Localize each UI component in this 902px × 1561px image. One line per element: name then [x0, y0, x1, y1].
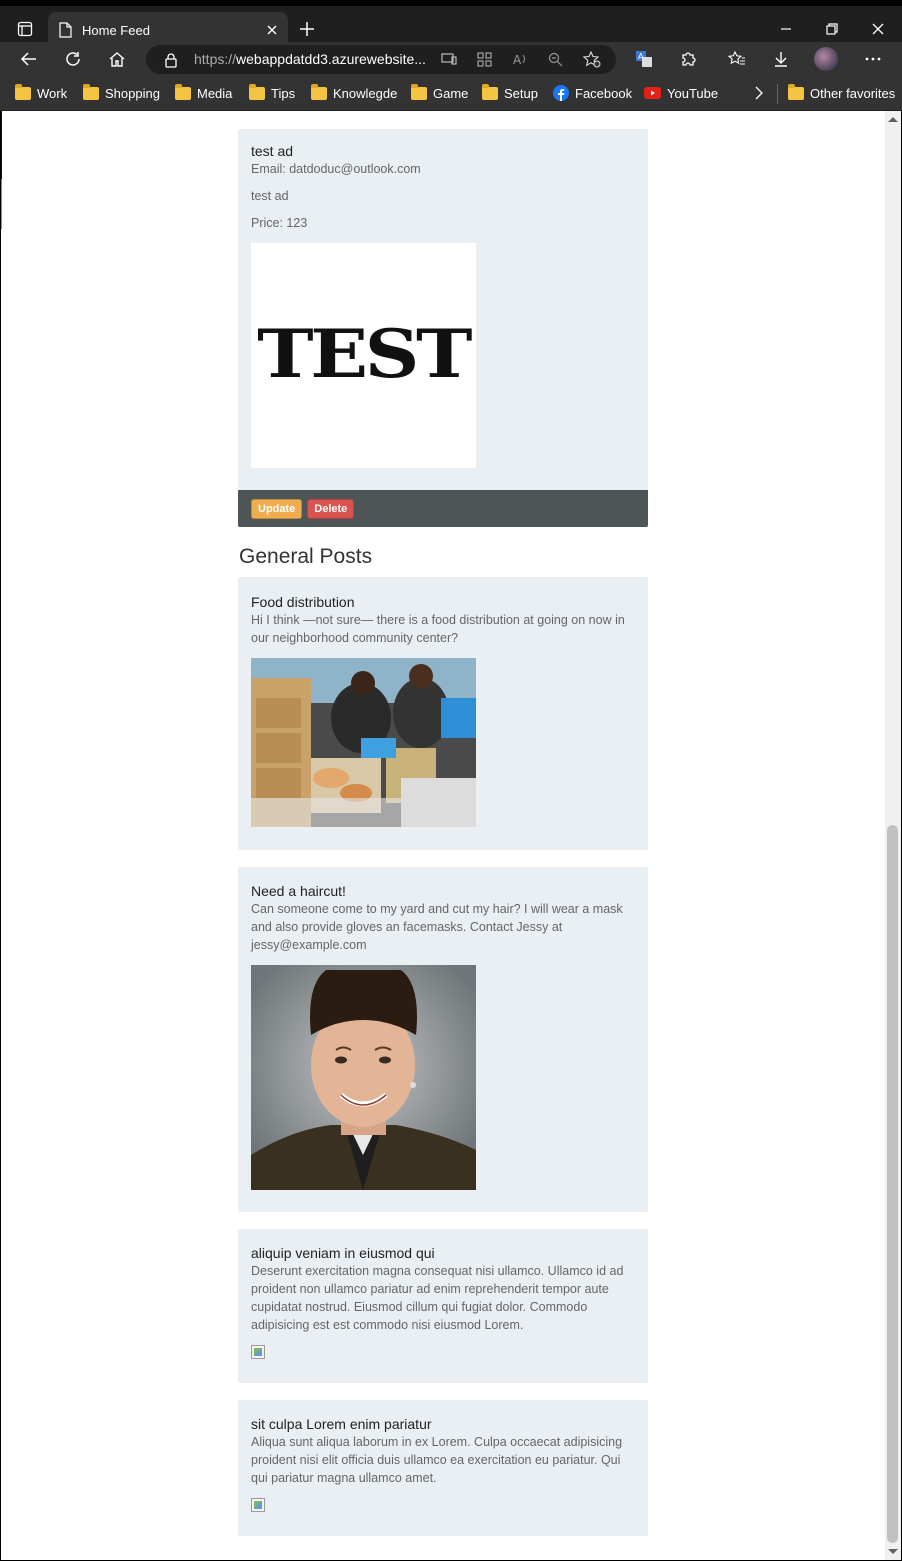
- vertical-scrollbar[interactable]: [885, 111, 901, 1560]
- extensions-icon[interactable]: [674, 45, 702, 73]
- zoom-icon[interactable]: [548, 52, 563, 67]
- read-aloud-icon[interactable]: A: [512, 51, 528, 67]
- svg-text:A: A: [638, 52, 644, 61]
- qr-code-icon[interactable]: [477, 52, 492, 67]
- portrait-photo: [251, 965, 476, 1190]
- folder-icon: [482, 83, 498, 100]
- more-bookmarks-icon[interactable]: [754, 84, 764, 102]
- scrollbar-thumb[interactable]: [887, 825, 898, 1543]
- ad-email: Email: datdoduc@outlook.com: [251, 162, 421, 176]
- profile-avatar[interactable]: [812, 45, 840, 73]
- back-icon[interactable]: [15, 45, 43, 73]
- delete-button[interactable]: Delete: [307, 498, 355, 519]
- favorites-icon[interactable]: [723, 45, 751, 73]
- ad-image: TEST: [251, 243, 476, 468]
- more-menu-icon[interactable]: [859, 45, 887, 73]
- browser-toolbar: https://webappdatdd3.azurewebsite... A A: [0, 42, 902, 76]
- bookmark-game[interactable]: Game: [411, 83, 468, 102]
- bookmark-facebook[interactable]: Facebook: [553, 84, 632, 102]
- post-body: Deserunt exercitation magna consequat ni…: [251, 1264, 624, 1332]
- home-icon[interactable]: [103, 45, 131, 73]
- post-body: Hi I think —not sure— there is a food di…: [251, 613, 625, 645]
- feed-column: test ad Email: datdoduc@outlook.com test…: [238, 111, 648, 1536]
- broken-image-icon: [251, 1498, 265, 1512]
- bookmark-youtube[interactable]: YouTube: [644, 84, 718, 102]
- post-title: Food distribution: [251, 594, 355, 610]
- ad-price: Price: 123: [251, 216, 308, 230]
- page-viewport: test ad Email: datdoduc@outlook.com test…: [1, 111, 885, 1560]
- folder-icon: [249, 83, 265, 100]
- update-button[interactable]: Update: [251, 498, 303, 519]
- ad-description: test ad: [251, 189, 289, 203]
- ad-actions-bar: Update Delete: [238, 490, 648, 527]
- url-text[interactable]: https://webappdatdd3.azurewebsite...: [194, 51, 426, 67]
- close-tab-icon[interactable]: [266, 24, 278, 36]
- svg-text:A: A: [513, 53, 522, 67]
- close-window-icon[interactable]: [855, 14, 901, 44]
- bookmarks-bar: Work Shopping Media Tips Knowlegde Game …: [0, 76, 902, 111]
- folder-icon: [83, 83, 99, 100]
- folder-icon: [311, 83, 327, 100]
- tab-actions-icon[interactable]: [12, 16, 38, 42]
- bookmark-tips[interactable]: Tips: [249, 83, 295, 102]
- app-available-icon[interactable]: [441, 52, 457, 66]
- folder-icon: [175, 83, 191, 100]
- post-card: sit culpa Lorem enim pariatur Aliqua sun…: [238, 1400, 648, 1536]
- bookmark-knowlegde[interactable]: Knowlegde: [311, 83, 397, 102]
- facebook-icon: [553, 85, 569, 101]
- refresh-icon[interactable]: [59, 45, 87, 73]
- page-icon: [59, 22, 72, 38]
- ad-title: test ad: [251, 143, 294, 159]
- tab-title: Home Feed: [82, 22, 150, 38]
- restore-icon[interactable]: [809, 14, 855, 44]
- bookmark-other-favorites[interactable]: Other favorites: [788, 83, 895, 102]
- new-tab-icon[interactable]: [296, 18, 318, 40]
- broken-image-icon: [251, 1345, 265, 1359]
- post-card: Need a haircut! Can someone come to my y…: [238, 867, 648, 1212]
- my-ad-card: test ad Email: datdoduc@outlook.com test…: [238, 129, 648, 527]
- bookmarks-divider: [777, 84, 778, 104]
- post-card: Food distribution Hi I think —not sure— …: [238, 577, 648, 850]
- minimize-icon[interactable]: [763, 14, 809, 44]
- post-card: aliquip veniam in eiusmod qui Deserunt e…: [238, 1229, 648, 1383]
- browser-titlebar: Home Feed: [0, 0, 902, 48]
- post-title: aliquip veniam in eiusmod qui: [251, 1245, 435, 1261]
- folder-icon: [788, 83, 804, 100]
- general-posts-heading: General Posts: [239, 545, 373, 568]
- translate-icon[interactable]: A: [630, 45, 658, 73]
- left-edge-accent: [1, 179, 2, 229]
- post-body: Can someone come to my yard and cut my h…: [251, 902, 623, 952]
- post-body: Aliqua sunt aliqua laborum in ex Lorem. …: [251, 1435, 623, 1485]
- food-distribution-photo: [251, 658, 476, 827]
- add-favorite-icon[interactable]: [583, 51, 601, 68]
- bookmark-work[interactable]: Work: [15, 83, 67, 102]
- address-bar[interactable]: https://webappdatdd3.azurewebsite... A: [146, 45, 616, 74]
- bookmark-shopping[interactable]: Shopping: [83, 83, 160, 102]
- bookmark-setup[interactable]: Setup: [482, 83, 538, 102]
- downloads-icon[interactable]: [767, 45, 795, 73]
- scroll-up-arrow-icon[interactable]: [888, 117, 898, 122]
- youtube-icon: [644, 87, 661, 99]
- bookmark-media[interactable]: Media: [175, 83, 232, 102]
- post-title: sit culpa Lorem enim pariatur: [251, 1416, 432, 1432]
- lock-icon[interactable]: [164, 52, 178, 68]
- folder-icon: [411, 83, 427, 100]
- ad-image-text: TEST: [257, 314, 473, 393]
- scroll-down-arrow-icon[interactable]: [888, 1549, 898, 1554]
- post-title: Need a haircut!: [251, 883, 346, 899]
- folder-icon: [15, 83, 31, 100]
